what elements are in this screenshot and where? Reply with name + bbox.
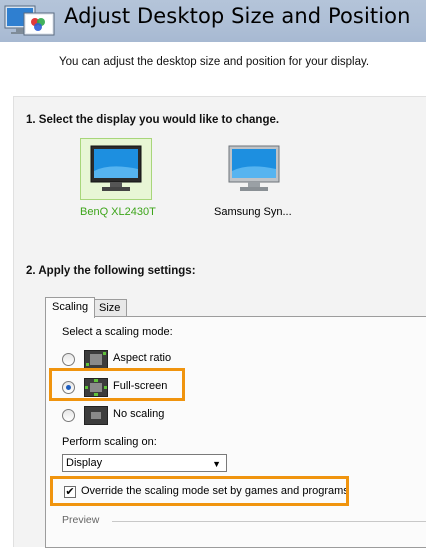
display-label-benq: BenQ XL2430T xyxy=(80,206,156,218)
display-tile-box xyxy=(218,138,290,200)
monitor-icon xyxy=(90,145,142,191)
monitor-icon xyxy=(228,145,280,191)
tab-scaling[interactable]: Scaling xyxy=(45,297,96,318)
highlight-override xyxy=(50,476,349,506)
preview-label: Preview xyxy=(62,514,100,526)
display-label-samsung: Samsung Syn... xyxy=(214,206,292,218)
display-tile-samsung[interactable] xyxy=(218,138,290,200)
scaling-mode-prompt: Select a scaling mode: xyxy=(62,326,173,338)
perform-scaling-select[interactable]: Display ▼ xyxy=(62,454,227,472)
highlight-full-screen xyxy=(49,368,185,401)
perform-scaling-value: Display xyxy=(66,457,103,469)
scaling-mode-no-scaling[interactable]: No scaling xyxy=(62,406,202,426)
page-subtitle: You can adjust the desktop size and posi… xyxy=(59,56,370,68)
step1-title: 1. Select the display you would like to … xyxy=(26,114,280,126)
display-tile-benq[interactable] xyxy=(80,138,152,200)
preview-divider xyxy=(112,521,426,522)
page-header: Adjust Desktop Size and Position xyxy=(0,0,426,42)
nvidia-display-icon xyxy=(4,5,55,36)
step2-title: 2. Apply the following settings: xyxy=(26,265,196,277)
tab-size[interactable]: Size xyxy=(92,299,128,317)
scaling-tab-content: Select a scaling mode: Aspect ratio Full… xyxy=(45,316,426,548)
no-scaling-icon xyxy=(84,406,108,425)
page-title: Adjust Desktop Size and Position xyxy=(64,4,411,28)
perform-scaling-label: Perform scaling on: xyxy=(62,436,157,448)
aspect-ratio-label: Aspect ratio xyxy=(113,352,172,364)
chevron-down-icon: ▼ xyxy=(212,459,221,469)
aspect-ratio-icon xyxy=(84,350,108,369)
aspect-ratio-radio[interactable] xyxy=(62,353,75,366)
scaling-mode-aspect-ratio[interactable]: Aspect ratio xyxy=(62,350,222,370)
no-scaling-label: No scaling xyxy=(113,408,165,420)
display-tile-box xyxy=(80,138,152,200)
no-scaling-radio[interactable] xyxy=(62,409,75,422)
